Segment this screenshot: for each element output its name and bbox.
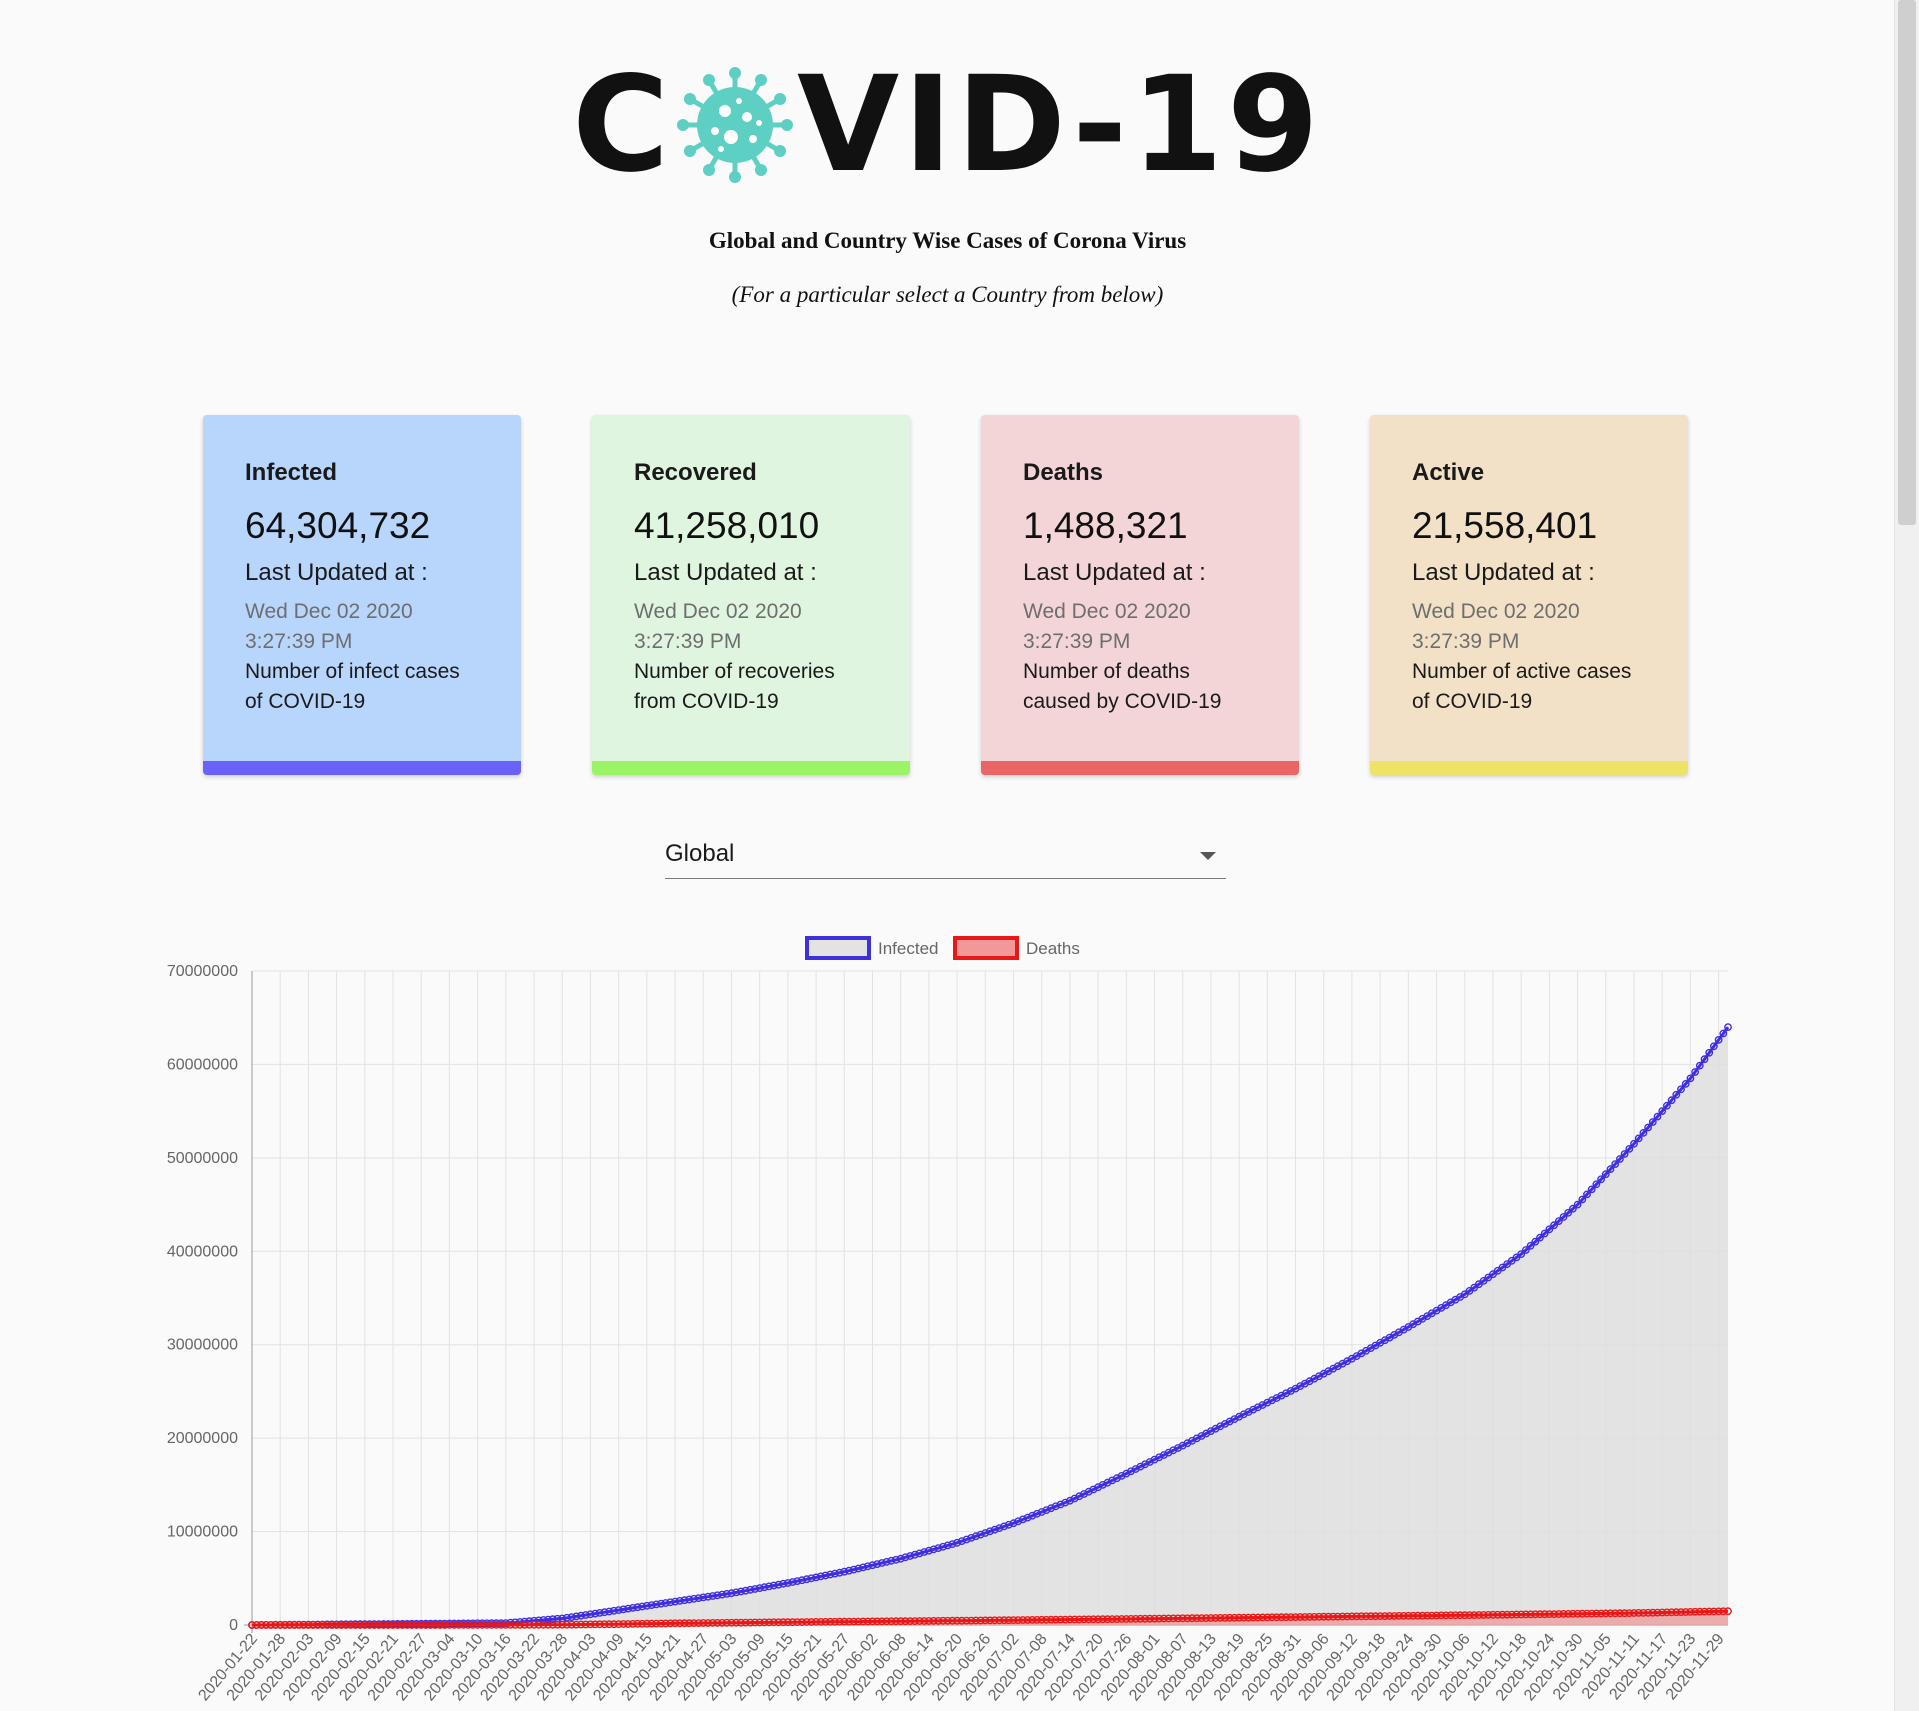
y-tick-label: 50000000: [167, 1150, 238, 1167]
scrollbar[interactable]: [1894, 0, 1919, 1711]
country-select[interactable]: Global: [665, 830, 1226, 879]
infected-card: Infected 64,304,732 Last Updated at : We…: [203, 415, 521, 775]
card-description: of COVID-19: [245, 690, 366, 713]
card-title: Recovered: [634, 459, 757, 486]
logo-text-right: VID-19: [797, 48, 1323, 202]
card-updated-label: Last Updated at :: [245, 559, 428, 586]
stats-cards: Infected 64,304,732 Last Updated at : We…: [203, 415, 1689, 775]
card-date: Wed Dec 02 2020: [634, 600, 802, 623]
country-select-value: Global: [665, 840, 735, 867]
card-date: Wed Dec 02 2020: [245, 600, 413, 623]
card-updated-label: Last Updated at :: [1023, 559, 1206, 586]
card-value: 41,258,010: [634, 505, 820, 546]
card-description: of COVID-19: [1412, 690, 1533, 713]
scrollbar-thumb[interactable]: [1898, 0, 1916, 525]
dropdown-arrow-icon[interactable]: [1200, 852, 1216, 860]
card-title: Infected: [245, 459, 338, 486]
logo-text-left: C: [572, 48, 674, 202]
y-tick-label: 10000000: [167, 1524, 238, 1541]
card-description: Number of recoveries: [634, 660, 835, 683]
y-tick-label: 20000000: [167, 1430, 238, 1447]
page-subtitle: Global and Country Wise Cases of Corona …: [708, 228, 1187, 253]
series-area-infected: [252, 1027, 1728, 1625]
card-description: Number of infect cases: [245, 660, 460, 683]
card-date: Wed Dec 02 2020: [1023, 600, 1191, 623]
card-time: 3:27:39 PM: [245, 630, 353, 653]
legend-swatch-infected: [805, 936, 871, 960]
card-description: Number of active cases: [1412, 660, 1632, 683]
card-updated-label: Last Updated at :: [1412, 559, 1595, 586]
card-date: Wed Dec 02 2020: [1412, 600, 1580, 623]
card-updated-label: Last Updated at :: [634, 559, 817, 586]
page-header: C VID-19 Global and Country Wise Cases o…: [0, 48, 1895, 308]
active-card: Active 21,558,401 Last Updated at : Wed …: [1370, 415, 1688, 775]
card-description: from COVID-19: [634, 690, 779, 713]
deaths-card: Deaths 1,488,321 Last Updated at : Wed D…: [981, 415, 1299, 775]
virus-icon: [677, 67, 794, 183]
cases-chart: 0 10000000 20000000 30000000 40000000 5000000…: [167, 936, 1732, 1704]
y-tick-label: 60000000: [167, 1056, 238, 1073]
card-time: 3:27:39 PM: [634, 630, 742, 653]
card-time: 3:27:39 PM: [1412, 630, 1520, 653]
card-value: 21,558,401: [1412, 505, 1598, 546]
y-tick-label: 0: [229, 1617, 238, 1634]
legend-label-deaths: Deaths: [1026, 939, 1080, 958]
card-title: Deaths: [1023, 459, 1104, 486]
y-tick-label: 70000000: [167, 963, 238, 980]
covid-logo: C VID-19: [572, 48, 1323, 202]
page-hint: (For a particular select a Country from …: [731, 282, 1164, 307]
recovered-card: Recovered 41,258,010 Last Updated at : W…: [592, 415, 910, 775]
legend-label-infected: Infected: [878, 939, 939, 958]
legend-swatch-deaths: [953, 936, 1019, 960]
card-description: caused by COVID-19: [1023, 690, 1222, 713]
y-tick-label: 30000000: [167, 1337, 238, 1354]
y-tick-label: 40000000: [167, 1243, 238, 1260]
card-title: Active: [1412, 459, 1485, 486]
card-bar: [592, 761, 910, 775]
card-value: 64,304,732: [245, 505, 431, 546]
card-bar: [981, 761, 1299, 775]
card-value: 1,488,321: [1023, 505, 1188, 546]
card-bar: [1370, 761, 1688, 775]
card-time: 3:27:39 PM: [1023, 630, 1131, 653]
card-description: Number of deaths: [1023, 660, 1190, 683]
card-bar: [203, 761, 521, 775]
